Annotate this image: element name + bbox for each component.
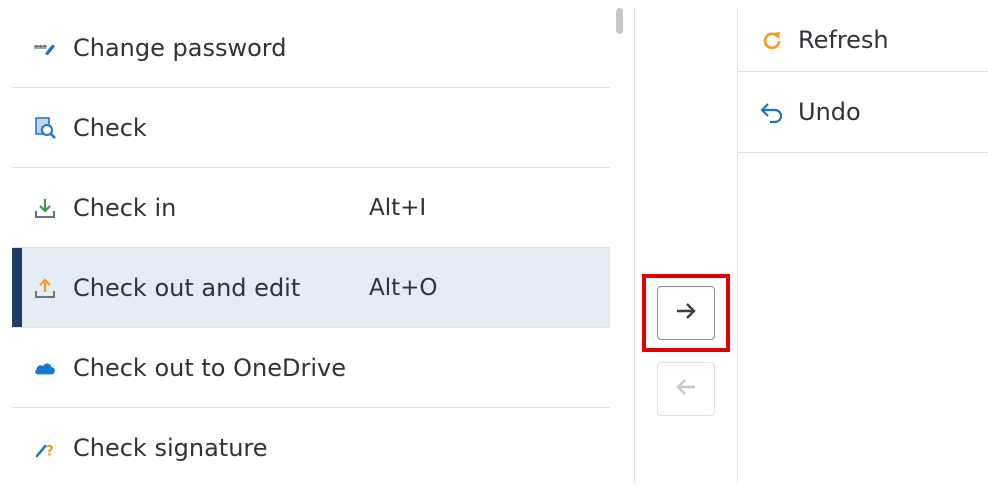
list-item-label: Check out to OneDrive xyxy=(73,353,346,382)
list-item-check[interactable]: Check xyxy=(12,88,610,168)
add-command-button[interactable] xyxy=(657,286,715,340)
list-item-label: Check xyxy=(73,113,147,142)
list-item-refresh[interactable]: Refresh xyxy=(738,8,988,72)
check-document-icon xyxy=(34,116,56,139)
list-item-label: Change password xyxy=(73,33,287,62)
divider xyxy=(634,8,635,483)
list-item-check-in[interactable]: Check in Alt+I xyxy=(12,168,610,248)
list-item-check-out-and-edit[interactable]: Check out and edit Alt+O xyxy=(12,248,610,328)
list-item-label: Check signature xyxy=(73,434,268,462)
svg-text:***: *** xyxy=(35,42,47,50)
list-item-check-signature[interactable]: ? Check signature xyxy=(12,408,610,488)
list-item-check-out-to-onedrive[interactable]: Check out to OneDrive xyxy=(12,328,610,408)
list-item-label: Check out and edit xyxy=(73,273,301,302)
check-out-edit-icon xyxy=(34,277,56,299)
list-item-label: Undo xyxy=(798,98,861,126)
refresh-icon xyxy=(760,28,784,52)
undo-icon xyxy=(760,100,784,124)
arrow-left-icon xyxy=(675,377,697,401)
list-item-label: Check in xyxy=(73,193,177,222)
arrow-right-icon xyxy=(675,301,697,325)
available-commands-list[interactable]: *** Change password Check Check in Alt+I xyxy=(12,8,610,488)
list-item-undo[interactable]: Undo xyxy=(738,72,988,153)
shortcut-text: Alt+I xyxy=(369,194,427,221)
scrollbar-thumb[interactable] xyxy=(616,8,623,34)
svg-text:?: ? xyxy=(46,443,54,459)
list-item-label: Refresh xyxy=(798,25,889,54)
check-in-icon xyxy=(34,197,56,219)
shortcut-text: Alt+O xyxy=(369,274,438,301)
list-item-change-password[interactable]: *** Change password xyxy=(12,8,610,88)
check-signature-icon: ? xyxy=(34,437,56,459)
password-icon: *** xyxy=(34,37,56,59)
onedrive-cloud-icon xyxy=(34,357,56,379)
remove-command-button[interactable] xyxy=(657,362,715,416)
